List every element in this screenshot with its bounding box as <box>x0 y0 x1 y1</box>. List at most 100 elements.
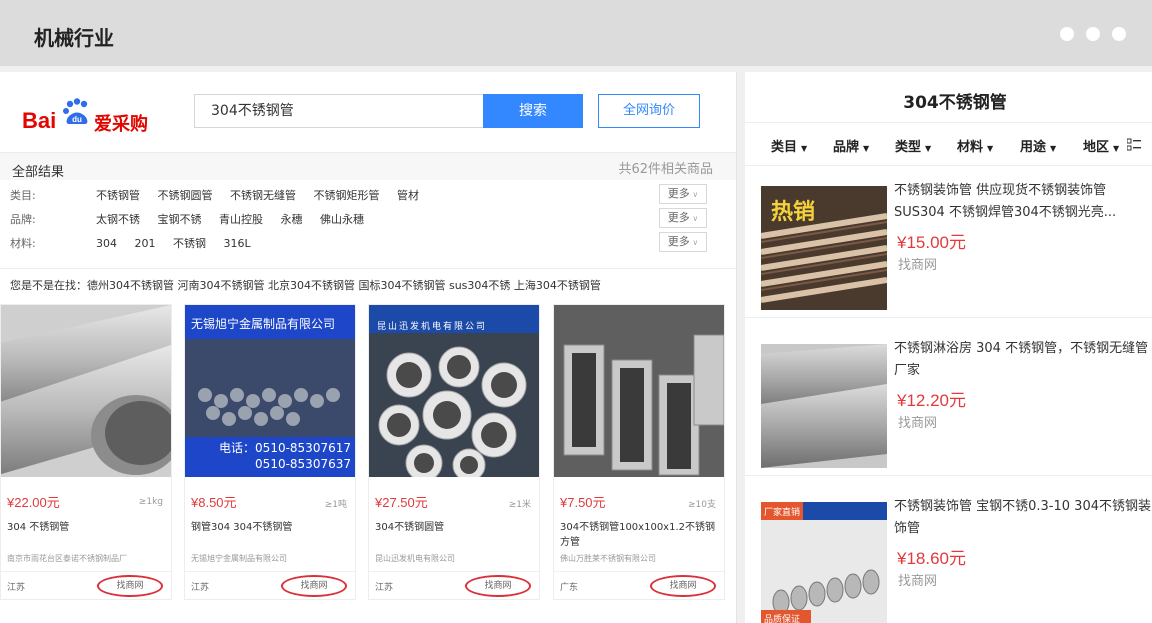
window-dot-icon[interactable] <box>1086 27 1100 41</box>
item-name[interactable]: 不锈钢装饰管 供应现货不锈钢装饰管SUS304 不锈钢焊管304不锈钢光亮... <box>894 180 1152 224</box>
window-dot-icon[interactable] <box>1060 27 1074 41</box>
tab-usage[interactable]: 用途 ▼ <box>1020 136 1056 155</box>
chevron-down-icon: ∨ <box>689 214 699 223</box>
product-name[interactable]: 304不锈钢圆管 <box>375 520 535 535</box>
tab-category[interactable]: 类目 ▼ <box>771 136 807 155</box>
product-card[interactable]: ¥22.00元 ≥1kg 304 不锈钢管 南京市雨花台区泰诺不锈钢制品厂 江苏… <box>0 304 172 600</box>
tab-brand[interactable]: 品牌 ▼ <box>833 136 869 155</box>
product-name[interactable]: 304 不锈钢管 <box>7 520 167 535</box>
card-footer: 江苏 找商网 <box>369 571 539 599</box>
product-image[interactable] <box>1 305 171 477</box>
tab-material[interactable]: 材料 ▼ <box>957 136 993 155</box>
chevron-down-icon: ∨ <box>689 238 699 247</box>
did-you-mean-text[interactable]: 您是不是在找：德州304不锈钢管 河南304不锈钢管 北京304不锈钢管 国标3… <box>10 277 601 293</box>
source-badge[interactable]: 找商网 <box>281 575 347 597</box>
tab-label: 用途 <box>1020 140 1047 155</box>
source-badge[interactable]: 找商网 <box>465 575 531 597</box>
product-name[interactable]: 304不锈钢管100x100x1.2不锈钢方管 <box>560 520 720 550</box>
filter-option[interactable]: 不锈钢 <box>173 237 206 250</box>
filter-option[interactable]: 太钢不锈 <box>96 213 140 226</box>
product-card[interactable]: 昆山迅发机电有限公司 ¥27.50元 ≥1米 304不锈钢圆管 昆山迅发机电有限… <box>368 304 540 600</box>
product-card[interactable]: ¥7.50元 ≥10支 304不锈钢管100x100x1.2不锈钢方管 佛山万胜… <box>553 304 725 600</box>
filter-option[interactable]: 宝钢不锈 <box>158 213 202 226</box>
recommend-panel: 304不锈钢管 类目 ▼ 品牌 ▼ 类型 ▼ 材料 ▼ 用途 ▼ 地区 ▼ 热销… <box>745 72 1152 623</box>
filter-more-button[interactable]: 更多 ∨ <box>659 208 707 228</box>
card-footer: 江苏 找商网 <box>1 571 171 599</box>
filter-option[interactable]: 管材 <box>397 189 419 202</box>
item-image[interactable]: 热销 <box>761 186 887 310</box>
product-price: ¥27.50元 <box>375 495 428 510</box>
province: 广东 <box>560 583 579 593</box>
product-price: ¥8.50元 <box>191 495 237 510</box>
filter-section: 类目: 不锈钢管 不锈钢圆管 不锈钢无缝管 不锈钢矩形管 管材 更多 ∨ 品牌:… <box>0 182 736 264</box>
image-banner-text: 无锡旭宁金属制品有限公司 <box>191 317 336 331</box>
search-button[interactable]: 搜索 <box>483 94 583 128</box>
item-source[interactable]: 找商网 <box>898 570 937 589</box>
product-image[interactable]: 昆山迅发机电有限公司 <box>369 305 539 477</box>
province: 江苏 <box>191 583 210 593</box>
province: 江苏 <box>375 583 394 593</box>
item-image[interactable] <box>761 344 887 468</box>
filter-options: 太钢不锈 宝钢不锈 青山控股 永穗 佛山永穗 <box>96 211 378 227</box>
seller-name[interactable]: 昆山迅发机电有限公司 <box>375 553 535 564</box>
all-results-label[interactable]: 全部结果 <box>12 161 64 180</box>
filter-label: 品牌: <box>10 213 36 226</box>
filter-option[interactable]: 316L <box>224 237 251 250</box>
filter-option[interactable]: 青山控股 <box>219 213 263 226</box>
image-banner-text: 昆山迅发机电有限公司 <box>377 322 488 332</box>
tab-label: 品牌 <box>833 140 860 155</box>
filter-option[interactable]: 佛山永穗 <box>320 213 364 226</box>
product-grid: ¥22.00元 ≥1kg 304 不锈钢管 南京市雨花台区泰诺不锈钢制品厂 江苏… <box>0 304 736 604</box>
product-name[interactable]: 钢管304 304不锈钢管 <box>191 520 351 535</box>
tab-type[interactable]: 类型 ▼ <box>895 136 931 155</box>
recommend-item[interactable]: 热销 不锈钢装饰管 供应现货不锈钢装饰管SUS304 不锈钢焊管304不锈钢光亮… <box>745 168 1152 318</box>
chevron-down-icon: ∨ <box>689 190 699 199</box>
logo-brand-text: 爱采购 <box>94 114 148 135</box>
tab-label: 材料 <box>957 140 984 155</box>
did-you-mean-bar: 您是不是在找：德州304不锈钢管 河南304不锈钢管 北京304不锈钢管 国标3… <box>0 268 736 296</box>
item-name[interactable]: 不锈钢淋浴房 304 不锈钢管，不锈钢无缝管厂家 <box>894 338 1152 382</box>
seller-name[interactable]: 南京市雨花台区泰诺不锈钢制品厂 <box>7 553 167 564</box>
paw-icon: du <box>63 98 88 124</box>
filter-more-button[interactable]: 更多 ∨ <box>659 232 707 252</box>
filter-option[interactable]: 永穗 <box>281 213 303 226</box>
search-input[interactable]: 304不锈钢管 <box>194 94 484 128</box>
results-summary-bar: 全部结果 共62件相关商品 <box>0 152 736 180</box>
more-label: 更多 <box>667 187 690 200</box>
product-price: ¥7.50元 <box>560 495 606 510</box>
product-image[interactable]: 无锡旭宁金属制品有限公司 电话：0510-85307617 0510-85307… <box>185 305 355 477</box>
filter-more-button[interactable]: 更多 ∨ <box>659 184 707 204</box>
search-results-panel: Bai du 爱采购 304不锈钢管 搜索 全网询价 全部结果 共62件相关商品… <box>0 72 737 623</box>
filter-option[interactable]: 不锈钢矩形管 <box>314 189 380 202</box>
caret-down-icon: ▼ <box>863 144 870 153</box>
caret-down-icon: ▼ <box>1113 144 1120 153</box>
caret-down-icon: ▼ <box>987 144 994 153</box>
more-label: 更多 <box>667 235 690 248</box>
list-view-icon[interactable] <box>1127 138 1141 152</box>
recommend-item[interactable]: 厂家直销 品质保证 不锈钢装饰管 宝钢不锈0.3-10 304不锈钢装饰管 ¥1… <box>745 484 1152 623</box>
seller-name[interactable]: 佛山万胜莱不锈钢有限公司 <box>560 553 720 564</box>
product-card[interactable]: 无锡旭宁金属制品有限公司 电话：0510-85307617 0510-85307… <box>184 304 356 600</box>
tab-region[interactable]: 地区 ▼ <box>1083 136 1119 155</box>
item-source[interactable]: 找商网 <box>898 412 937 431</box>
product-image[interactable] <box>554 305 724 477</box>
baidu-aicaigou-logo[interactable]: Bai du 爱采购 <box>22 92 162 142</box>
logo-du-text: du <box>72 115 82 124</box>
source-badge[interactable]: 找商网 <box>650 575 716 597</box>
filter-option[interactable]: 304 <box>96 237 117 250</box>
filter-option[interactable]: 不锈钢圆管 <box>158 189 213 202</box>
item-source[interactable]: 找商网 <box>898 254 937 273</box>
item-image[interactable]: 厂家直销 品质保证 <box>761 502 887 623</box>
source-badge[interactable]: 找商网 <box>97 575 163 597</box>
recommend-item[interactable]: 不锈钢淋浴房 304 不锈钢管，不锈钢无缝管厂家 ¥12.20元 找商网 <box>745 326 1152 476</box>
inquire-all-button[interactable]: 全网询价 <box>598 94 700 128</box>
item-price: ¥15.00元 <box>897 233 966 252</box>
seller-name[interactable]: 无锡旭宁金属制品有限公司 <box>191 553 351 564</box>
filter-options: 不锈钢管 不锈钢圆管 不锈钢无缝管 不锈钢矩形管 管材 <box>96 187 433 203</box>
filter-option[interactable]: 201 <box>135 237 156 250</box>
window-dot-icon[interactable] <box>1112 27 1126 41</box>
filter-option[interactable]: 不锈钢无缝管 <box>230 189 296 202</box>
min-order: ≥1kg <box>138 497 163 507</box>
filter-option[interactable]: 不锈钢管 <box>96 189 140 202</box>
item-name[interactable]: 不锈钢装饰管 宝钢不锈0.3-10 304不锈钢装饰管 <box>894 496 1152 540</box>
